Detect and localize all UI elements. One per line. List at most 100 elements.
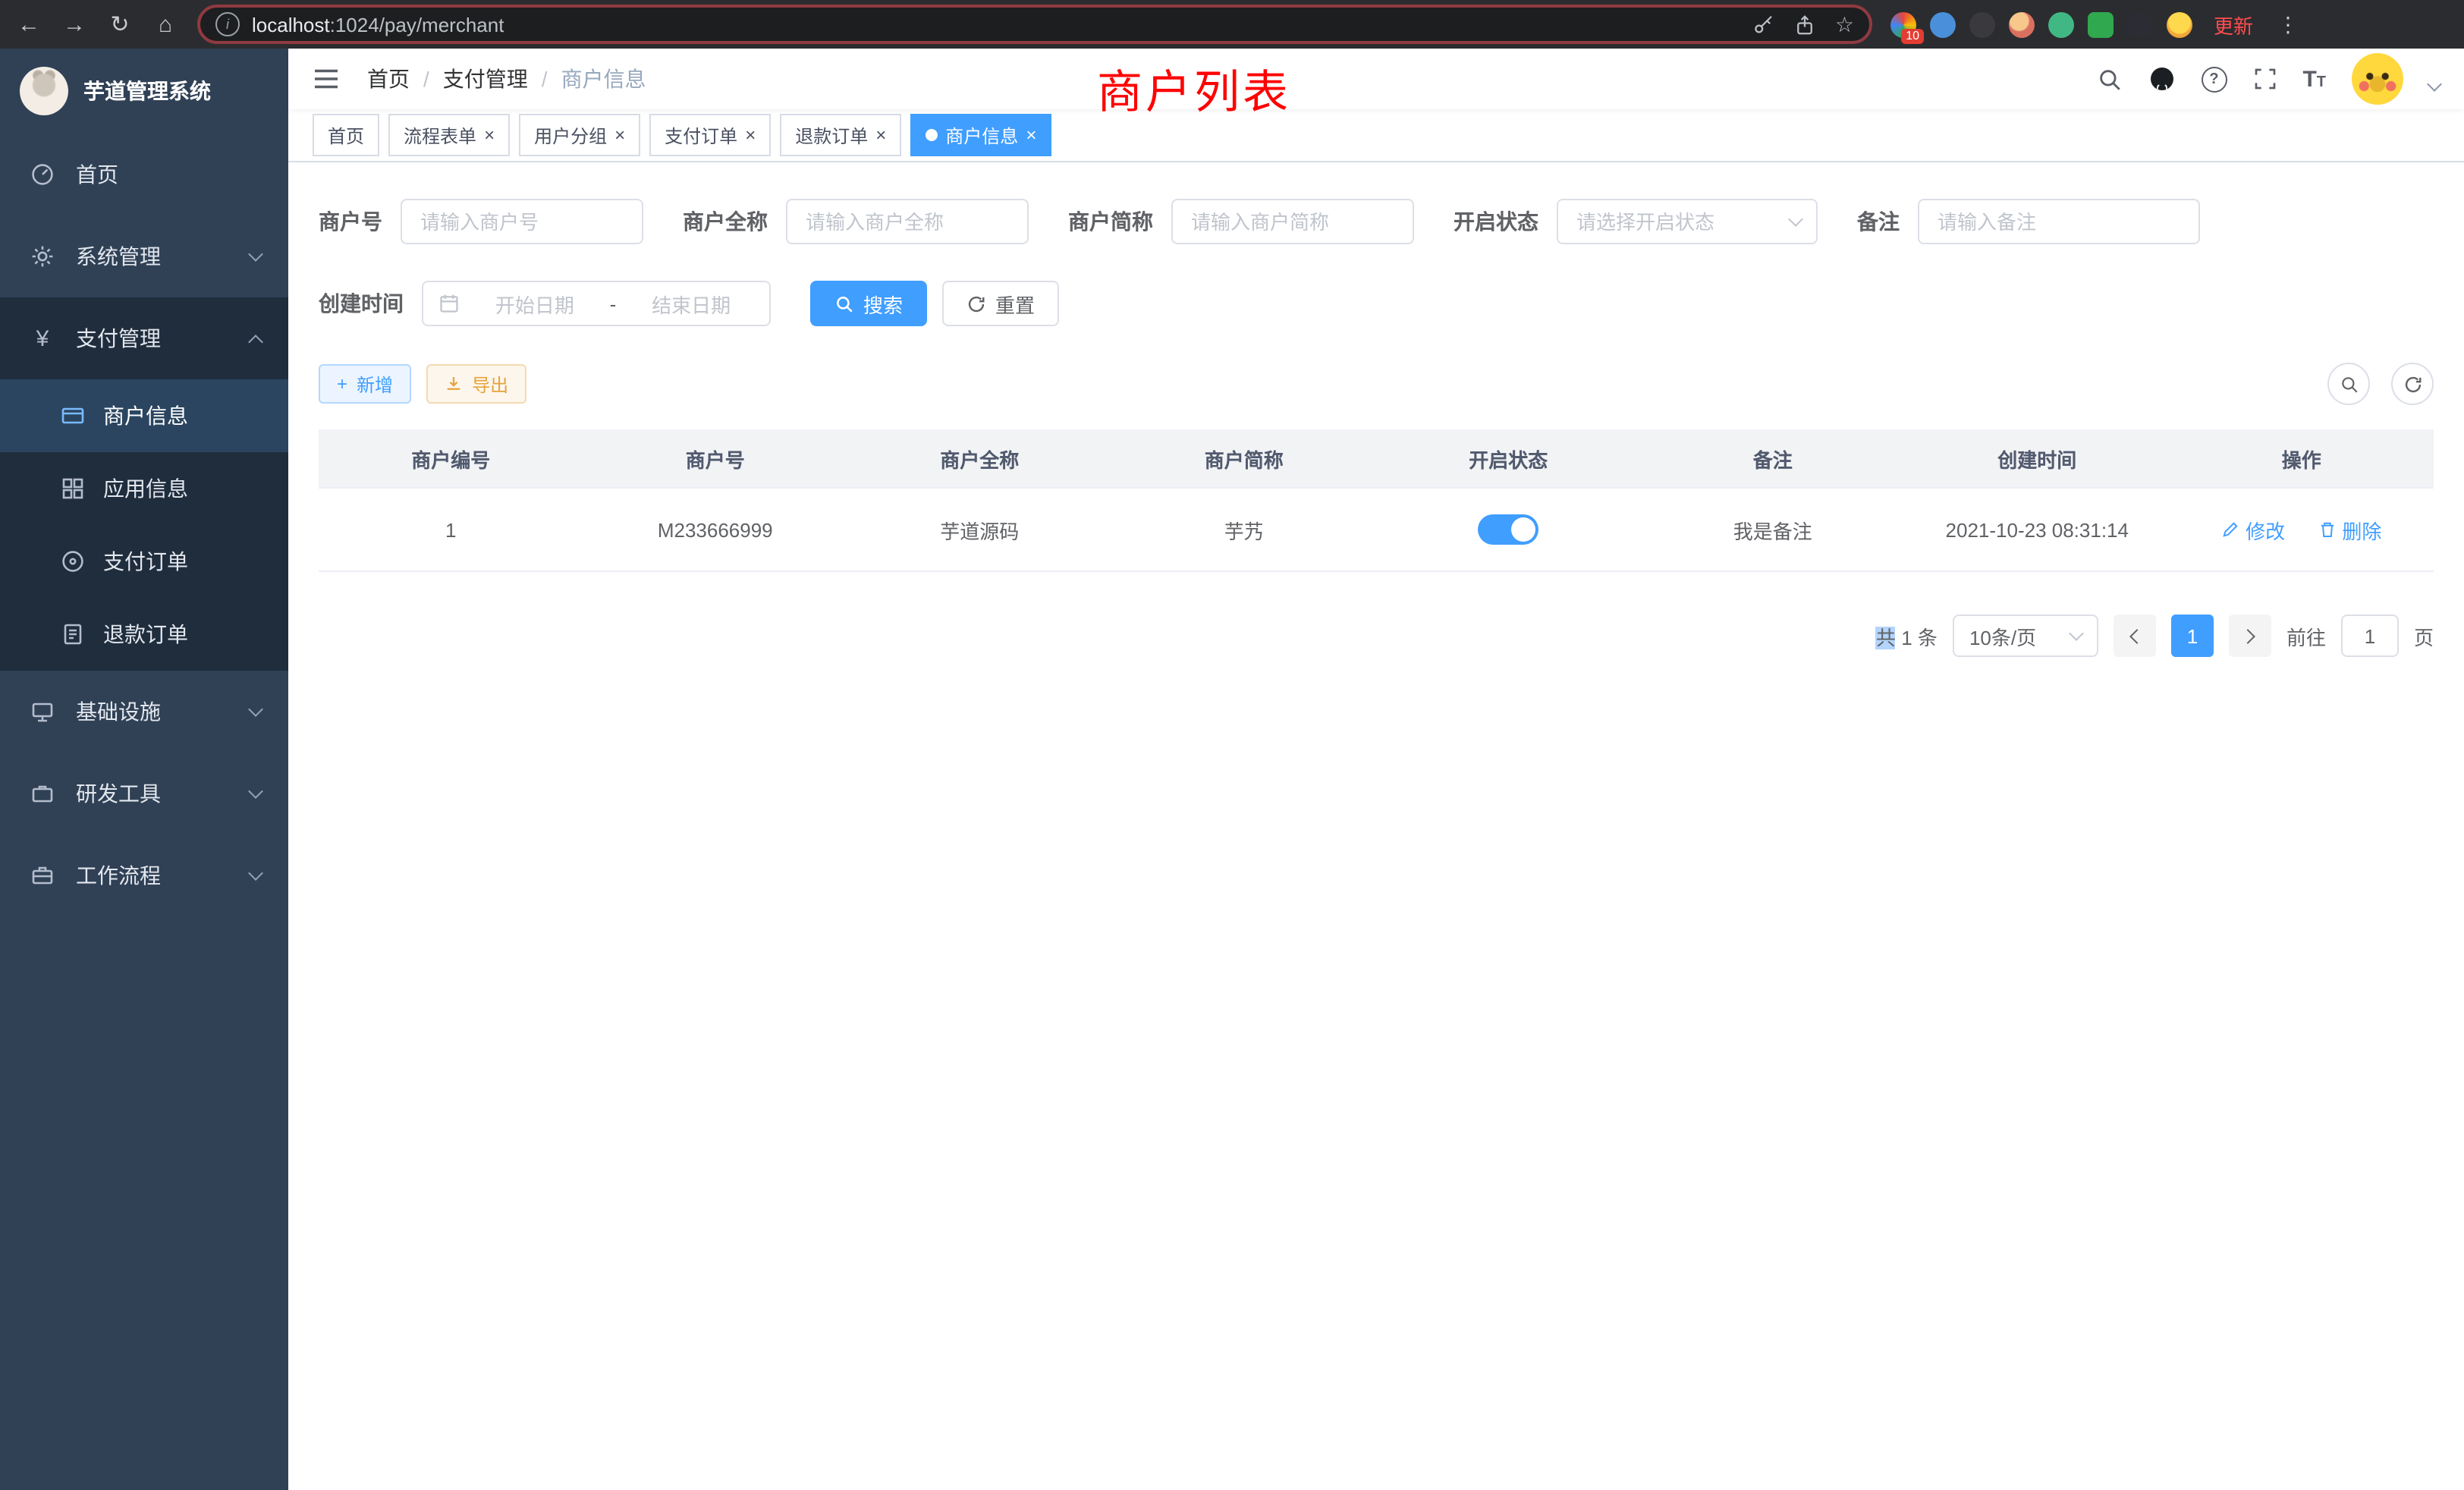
browser-update-button[interactable]: 更新 [2214,10,2253,39]
breadcrumb-section[interactable]: 支付管理 [443,64,528,94]
extension-icon-8[interactable] [2167,11,2192,37]
fullscreen-icon[interactable] [2252,67,2277,91]
breadcrumb-current: 商户信息 [561,64,646,94]
tab-label: 首页 [328,122,364,148]
refresh-icon [966,294,986,313]
tab-process-form[interactable]: 流程表单 × [388,114,510,156]
chevron-down-icon [248,247,263,262]
sidebar-item-home[interactable]: 首页 [0,134,288,215]
home-icon[interactable]: ⌂ [152,13,179,36]
sidebar-item-app-info[interactable]: 应用信息 [0,452,288,525]
active-tab-dot [926,129,938,141]
page-label: 页 [2414,621,2434,650]
tab-home[interactable]: 首页 [313,114,379,156]
search-button[interactable]: 搜索 [810,281,927,326]
reset-button[interactable]: 重置 [942,281,1059,326]
col-actions: 操作 [2170,429,2434,488]
sidebar-item-payment[interactable]: ¥ 支付管理 [0,297,288,379]
short-name-input[interactable] [1171,199,1414,244]
breadcrumb-home[interactable]: 首页 [367,64,410,94]
url-bar[interactable]: i localhost:1024/pay/merchant ☆ [197,5,1872,44]
browser-menu-icon[interactable]: ⋮ [2274,11,2302,37]
extension-icon-1[interactable]: 10 [1890,11,1916,37]
tab-merchant-info[interactable]: 商户信息× [910,114,1051,156]
sidebar-item-workflow[interactable]: 工作流程 [0,835,288,916]
goto-page-input[interactable] [2341,615,2399,657]
close-icon[interactable]: × [1026,126,1036,144]
close-icon[interactable]: × [745,126,756,144]
back-icon[interactable]: ← [15,13,42,36]
reload-icon[interactable]: ↻ [106,13,134,36]
status-select[interactable] [1557,199,1818,244]
header-search-icon[interactable] [2096,66,2122,92]
extension-icon-3[interactable] [1969,11,1995,37]
page-number-1[interactable]: 1 [2171,615,2214,657]
extension-icon-6[interactable] [2088,11,2114,37]
help-icon[interactable]: ? [2201,66,2227,92]
table-header-row: 商户编号 商户号 商户全称 商户简称 开启状态 备注 创建时间 操作 [319,429,2434,488]
extension-icon-5[interactable] [2048,11,2074,37]
add-button[interactable]: + 新增 [319,364,411,404]
avatar-dropdown-icon[interactable] [2427,76,2442,91]
filter-status: 开启状态 [1454,199,1818,244]
sidebar-item-system[interactable]: 系统管理 [0,215,288,297]
forward-icon[interactable]: → [61,13,88,36]
hamburger-icon[interactable] [313,67,340,91]
tab-label: 流程表单 [404,122,476,148]
delete-button[interactable]: 删除 [2318,515,2381,544]
font-size-icon[interactable]: TT [2302,68,2326,90]
bookmark-star-icon[interactable]: ☆ [1835,11,1854,37]
extension-icon-4[interactable] [2009,11,2035,37]
close-icon[interactable]: × [875,126,886,144]
sidebar-item-refund-order[interactable]: 退款订单 [0,598,288,671]
col-merchant-name: 商户全称 [847,429,1112,488]
remark-input[interactable] [1918,199,2200,244]
export-button-label: 导出 [472,371,508,397]
export-button[interactable]: 导出 [426,364,526,404]
share-icon[interactable] [1794,13,1817,36]
dashboard-icon [30,162,55,187]
sidebar-item-infrastructure[interactable]: 基础设施 [0,671,288,753]
toggle-search-button[interactable] [2327,363,2370,405]
end-date-placeholder: 结束日期 [628,289,754,318]
next-page-button[interactable] [2229,615,2271,657]
close-icon[interactable]: × [614,126,625,144]
status-toggle[interactable] [1478,514,1538,545]
page-size-select[interactable]: 10条/页 [1953,615,2098,657]
merchant-no-input[interactable] [401,199,643,244]
total-count: 1 [1901,626,1912,649]
close-icon[interactable]: × [484,126,495,144]
password-key-icon[interactable] [1753,13,1776,36]
edit-label: 修改 [2246,515,2285,544]
tab-pay-order[interactable]: 支付订单× [649,114,771,156]
chevron-down-icon [248,702,263,717]
page-size-value: 10条/页 [1969,621,2036,650]
col-merchant-no: 商户号 [583,429,848,488]
sidebar-item-dev-tools[interactable]: 研发工具 [0,753,288,835]
edit-button[interactable]: 修改 [2221,515,2285,544]
filter-merchant-no: 商户号 [319,199,643,244]
col-remark: 备注 [1641,429,1906,488]
field-label: 备注 [1857,206,1900,237]
trash-icon [2318,520,2336,539]
extension-icon-2[interactable] [1930,11,1956,37]
extension-icon-7[interactable] [2127,11,2153,37]
sidebar-logo[interactable]: 芋道管理系统 [0,49,288,134]
merchant-name-input[interactable] [786,199,1029,244]
user-avatar[interactable] [2352,53,2403,105]
sidebar-item-label: 首页 [76,159,118,190]
date-range-picker[interactable]: 开始日期 - 结束日期 [422,281,771,326]
search-icon [834,294,854,313]
sidebar-item-merchant-info[interactable]: 商户信息 [0,379,288,452]
tab-refund-order[interactable]: 退款订单× [780,114,901,156]
tab-user-group[interactable]: 用户分组× [519,114,640,156]
cell-merchant-id: 1 [319,488,583,571]
url-text: localhost:1024/pay/merchant [252,13,504,36]
prev-page-button[interactable] [2114,615,2156,657]
site-info-icon[interactable]: i [215,12,240,36]
col-create-time: 创建时间 [1905,429,2170,488]
sidebar-item-pay-order[interactable]: 支付订单 [0,525,288,598]
github-icon[interactable] [2148,65,2175,93]
refresh-table-button[interactable] [2391,363,2434,405]
main-area: 首页 / 支付管理 / 商户信息 商户列表 ? TT [288,49,2464,1490]
